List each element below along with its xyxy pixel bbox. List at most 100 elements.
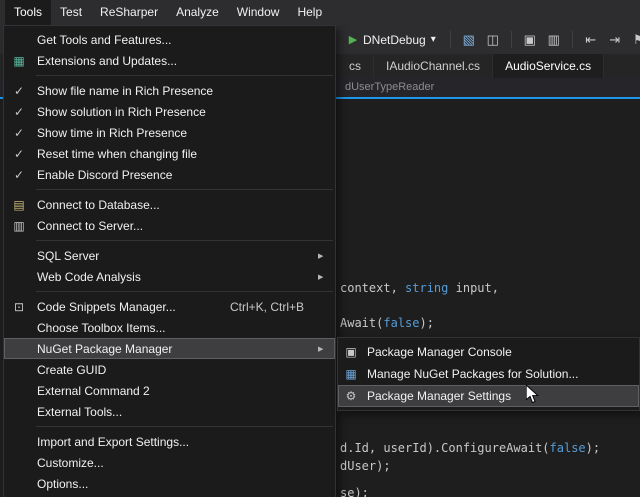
- menu-item-label: NuGet Package Manager: [34, 342, 318, 356]
- tools-menu-item-external-command-2[interactable]: External Command 2: [4, 380, 335, 401]
- indent-increase-icon[interactable]: ⇥: [603, 32, 627, 48]
- toolbar-icon-group: ▧◫▣▥⇤⇥⚑▦: [457, 31, 640, 48]
- menu-item-label: Reset time when changing file: [34, 147, 318, 161]
- tools-menu-separator: [36, 189, 333, 190]
- tools-menu-separator: [36, 426, 333, 427]
- toolbar-separator: [511, 31, 512, 48]
- check-icon: ✓: [4, 105, 34, 119]
- tools-menu-item-extensions-and-updates[interactable]: ▦Extensions and Updates...: [4, 50, 335, 71]
- new-window-icon[interactable]: ▣: [518, 32, 542, 48]
- nuget-icon: ▦: [338, 367, 364, 381]
- server-icon: ▥: [4, 219, 34, 233]
- visual-studio-window: ToolsTestReSharperAnalyzeWindowHelp ▶ DN…: [0, 0, 640, 497]
- code-segment: d.Id, userId).ConfigureAwait(: [340, 441, 550, 455]
- submenu-arrow-icon: ▶: [318, 252, 333, 260]
- menu-item-label: Package Manager Console: [364, 345, 622, 359]
- toolbar-separator: [450, 31, 451, 48]
- menu-item-label: Options...: [34, 477, 318, 491]
- code-segment: false: [383, 316, 419, 330]
- nuget-submenu-item-package-manager-console[interactable]: ▣Package Manager Console: [338, 341, 639, 363]
- nuget-submenu-item-manage-nuget-packages-for-solution[interactable]: ▦Manage NuGet Packages for Solution...: [338, 363, 639, 385]
- start-debugging-icon[interactable]: ▶: [345, 33, 361, 46]
- menu-item-label: Customize...: [34, 456, 318, 470]
- snippets-icon: ⊡: [4, 300, 34, 314]
- tools-menu-item-show-time-in-rich-presence[interactable]: ✓Show time in Rich Presence: [4, 122, 335, 143]
- menu-item-label: Connect to Database...: [34, 198, 318, 212]
- tools-menu-item-show-solution-in-rich-presence[interactable]: ✓Show solution in Rich Presence: [4, 101, 335, 122]
- menu-bar: ToolsTestReSharperAnalyzeWindowHelp: [0, 0, 640, 25]
- tools-menu-item-code-snippets-manager[interactable]: ⊡Code Snippets Manager... Ctrl+K, Ctrl+B: [4, 296, 335, 317]
- code-segment: dUser);: [340, 459, 391, 473]
- menu-item-label: Enable Discord Presence: [34, 168, 318, 182]
- tools-menu-item-connect-to-server[interactable]: ▥Connect to Server...: [4, 215, 335, 236]
- tools-menu-item-import-and-export-settings[interactable]: Import and Export Settings...: [4, 431, 335, 452]
- menu-item-label: Show time in Rich Presence: [34, 126, 318, 140]
- debug-target-label[interactable]: DNetDebug: [363, 33, 426, 47]
- preview-pane-icon[interactable]: ◫: [481, 32, 505, 48]
- tools-menu-item-choose-toolbox-items[interactable]: Choose Toolbox Items...: [4, 317, 335, 338]
- tools-menu-item-connect-to-database[interactable]: ▤Connect to Database...: [4, 194, 335, 215]
- chevron-down-icon[interactable]: ▾: [431, 34, 436, 45]
- code-line: d.Id, userId).ConfigureAwait(false);: [340, 441, 600, 455]
- tools-menu-item-options[interactable]: Options...: [4, 473, 335, 494]
- menubar-item-analyze[interactable]: Analyze: [167, 0, 228, 25]
- tools-menu-item-get-tools-and-features[interactable]: Get Tools and Features...: [4, 29, 335, 50]
- menu-item-label: Get Tools and Features...: [34, 33, 318, 47]
- menu-item-label: Import and Export Settings...: [34, 435, 318, 449]
- submenu-arrow-icon: ▶: [318, 345, 333, 353]
- menu-item-label: Show file name in Rich Presence: [34, 84, 318, 98]
- menu-item-label: Extensions and Updates...: [34, 54, 318, 68]
- code-segment: se);: [340, 486, 369, 497]
- menu-item-label: Web Code Analysis: [34, 270, 318, 284]
- nuget-submenu-item-package-manager-settings[interactable]: ⚙Package Manager Settings: [338, 385, 639, 407]
- menu-item-label: Create GUID: [34, 363, 318, 377]
- code-line: context, string input,: [340, 281, 499, 295]
- menu-item-label: Code Snippets Manager...: [34, 300, 212, 314]
- mouse-cursor: [526, 385, 539, 404]
- tools-menu-item-web-code-analysis[interactable]: Web Code Analysis▶: [4, 266, 335, 287]
- code-line: se);: [340, 486, 369, 497]
- tools-menu-item-nuget-package-manager[interactable]: NuGet Package Manager▶: [4, 338, 335, 359]
- menu-item-label: External Tools...: [34, 405, 318, 419]
- menubar-item-resharper[interactable]: ReSharper: [91, 0, 167, 25]
- menu-item-label: SQL Server: [34, 249, 318, 263]
- code-line: dUser);: [340, 459, 391, 473]
- menu-item-label: Show solution in Rich Presence: [34, 105, 318, 119]
- code-segment: );: [586, 441, 600, 455]
- tools-menu-item-reset-time-when-changing-file[interactable]: ✓Reset time when changing file: [4, 143, 335, 164]
- menu-item-label: Manage NuGet Packages for Solution...: [364, 367, 622, 381]
- menubar-item-test[interactable]: Test: [51, 0, 91, 25]
- tools-menu: Get Tools and Features... ▦Extensions and…: [3, 25, 336, 497]
- tab-audioservice-cs[interactable]: AudioService.cs: [493, 54, 604, 78]
- menubar-item-help[interactable]: Help: [288, 0, 331, 25]
- tools-menu-item-enable-discord-presence[interactable]: ✓Enable Discord Presence: [4, 164, 335, 185]
- code-segment: context,: [340, 281, 405, 295]
- tools-menu-item-create-guid[interactable]: Create GUID: [4, 359, 335, 380]
- code-segment: string: [405, 281, 448, 295]
- tools-menu-separator: [36, 291, 333, 292]
- find-in-files-icon[interactable]: ▧: [457, 32, 481, 48]
- menubar-item-window[interactable]: Window: [228, 0, 289, 25]
- toolbar-separator: [572, 31, 573, 48]
- tools-menu-item-sql-server[interactable]: SQL Server▶: [4, 245, 335, 266]
- tools-menu-separator: [36, 75, 333, 76]
- indent-decrease-icon[interactable]: ⇤: [579, 32, 603, 48]
- database-icon: ▤: [4, 198, 34, 212]
- tools-menu-item-show-file-name-in-rich-presence[interactable]: ✓Show file name in Rich Presence: [4, 80, 335, 101]
- submenu-arrow-icon: ▶: [318, 273, 333, 281]
- tab-iaudiochannel-cs[interactable]: IAudioChannel.cs: [374, 54, 493, 78]
- split-pane-icon[interactable]: ▥: [542, 32, 566, 48]
- menu-item-label: Connect to Server...: [34, 219, 318, 233]
- menubar-item-tools[interactable]: Tools: [5, 0, 51, 25]
- bookmark-icon[interactable]: ⚑: [627, 32, 640, 48]
- menu-item-label: External Command 2: [34, 384, 318, 398]
- menu-item-shortcut: Ctrl+K, Ctrl+B: [230, 300, 304, 314]
- tools-menu-item-customize[interactable]: Customize...: [4, 452, 335, 473]
- check-icon: ✓: [4, 168, 34, 182]
- navbar-member-dropdown[interactable]: dUserTypeReader: [345, 81, 434, 93]
- tab-cs[interactable]: cs: [337, 54, 374, 78]
- tools-menu-item-external-tools[interactable]: External Tools...: [4, 401, 335, 422]
- code-segment: input,: [448, 281, 499, 295]
- console-icon: ▣: [338, 345, 364, 359]
- code-segment: );: [419, 316, 433, 330]
